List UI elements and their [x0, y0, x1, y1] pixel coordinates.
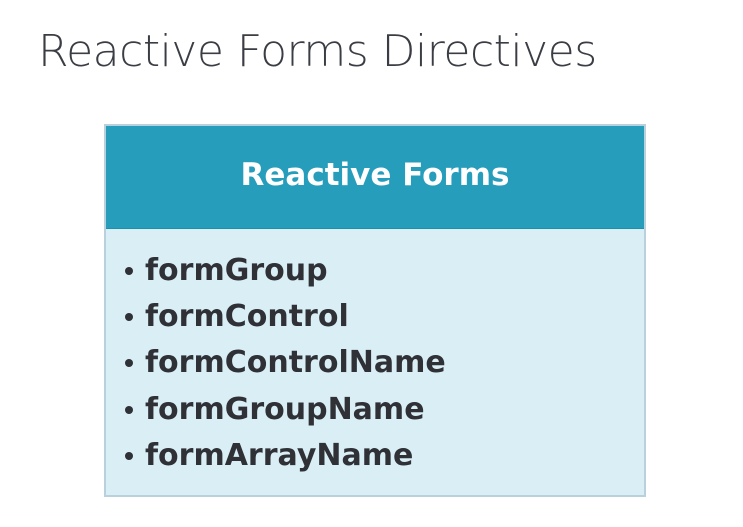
bullet-icon	[125, 313, 133, 322]
directives-card: Reactive Forms formGroup formControl for…	[104, 124, 646, 497]
card-header-title: Reactive Forms	[240, 157, 510, 193]
list-item-label: formArrayName	[145, 437, 414, 473]
list-item: formGroup	[125, 248, 644, 294]
list-item: formGroupName	[125, 387, 644, 433]
card-header: Reactive Forms	[106, 126, 644, 229]
list-item: formControl	[125, 294, 644, 340]
list-item-label: formGroupName	[145, 391, 425, 427]
bullet-icon	[125, 451, 133, 460]
list-item-label: formControlName	[145, 345, 446, 381]
bullet-icon	[125, 359, 133, 368]
list-item-label: formGroup	[145, 253, 328, 288]
slide-title: Reactive Forms Directives	[38, 26, 597, 77]
list-item: formArrayName	[125, 433, 644, 479]
bullet-icon	[125, 405, 133, 414]
bullet-icon	[125, 267, 133, 276]
directive-list: formGroup formControl formControlName fo…	[106, 229, 644, 479]
list-item: formControlName	[125, 340, 644, 386]
list-item-label: formControl	[145, 299, 349, 335]
